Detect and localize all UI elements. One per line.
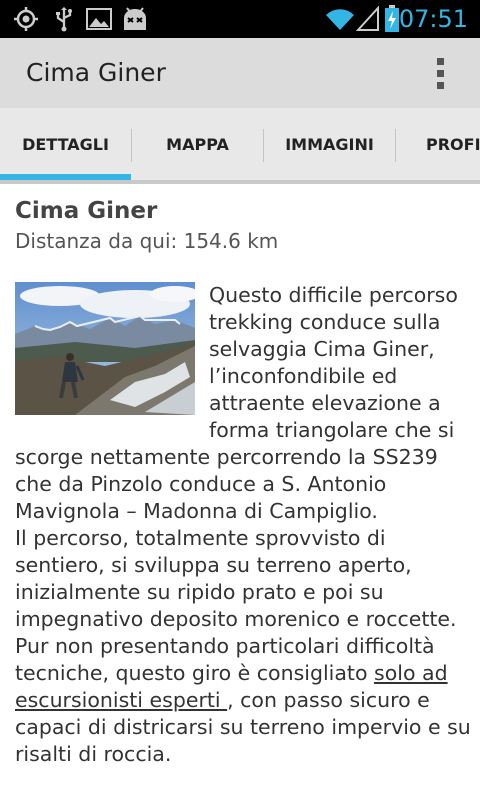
status-bar: 07:51: [0, 0, 480, 38]
tab-immagini[interactable]: IMMAGINI: [264, 108, 395, 180]
place-title: Cima Giner: [15, 198, 158, 224]
android-debug-icon: [120, 6, 150, 32]
wifi-icon: [325, 6, 355, 32]
status-time: 07:51: [398, 5, 468, 33]
tab-bar: DETTAGLI MAPPA IMMAGINI PROFIL: [0, 108, 480, 180]
tab-profilo[interactable]: PROFIL: [396, 108, 480, 180]
app-title: Cima Giner: [26, 58, 166, 87]
description: Questo difficile percorso trekking condu…: [15, 282, 475, 768]
tab-dettagli[interactable]: DETTAGLI: [0, 108, 131, 180]
tab-mappa[interactable]: MAPPA: [132, 108, 263, 180]
gallery-icon: [86, 6, 112, 32]
tab-bar-shadow: [0, 180, 480, 184]
description-paragraph-2: Il percorso, totalmente sprovvisto di se…: [15, 525, 475, 768]
usb-icon: [52, 6, 76, 32]
overflow-menu-icon[interactable]: [436, 58, 446, 90]
mountain-photo[interactable]: [15, 282, 195, 415]
detail-content: Cima Giner Distanza da qui: 154.6 km Que…: [15, 196, 475, 768]
distance-text: Distanza da qui: 154.6 km: [15, 229, 279, 253]
action-bar: Cima Giner: [0, 38, 480, 108]
gps-icon: [12, 6, 40, 32]
signal-icon: [355, 6, 381, 32]
